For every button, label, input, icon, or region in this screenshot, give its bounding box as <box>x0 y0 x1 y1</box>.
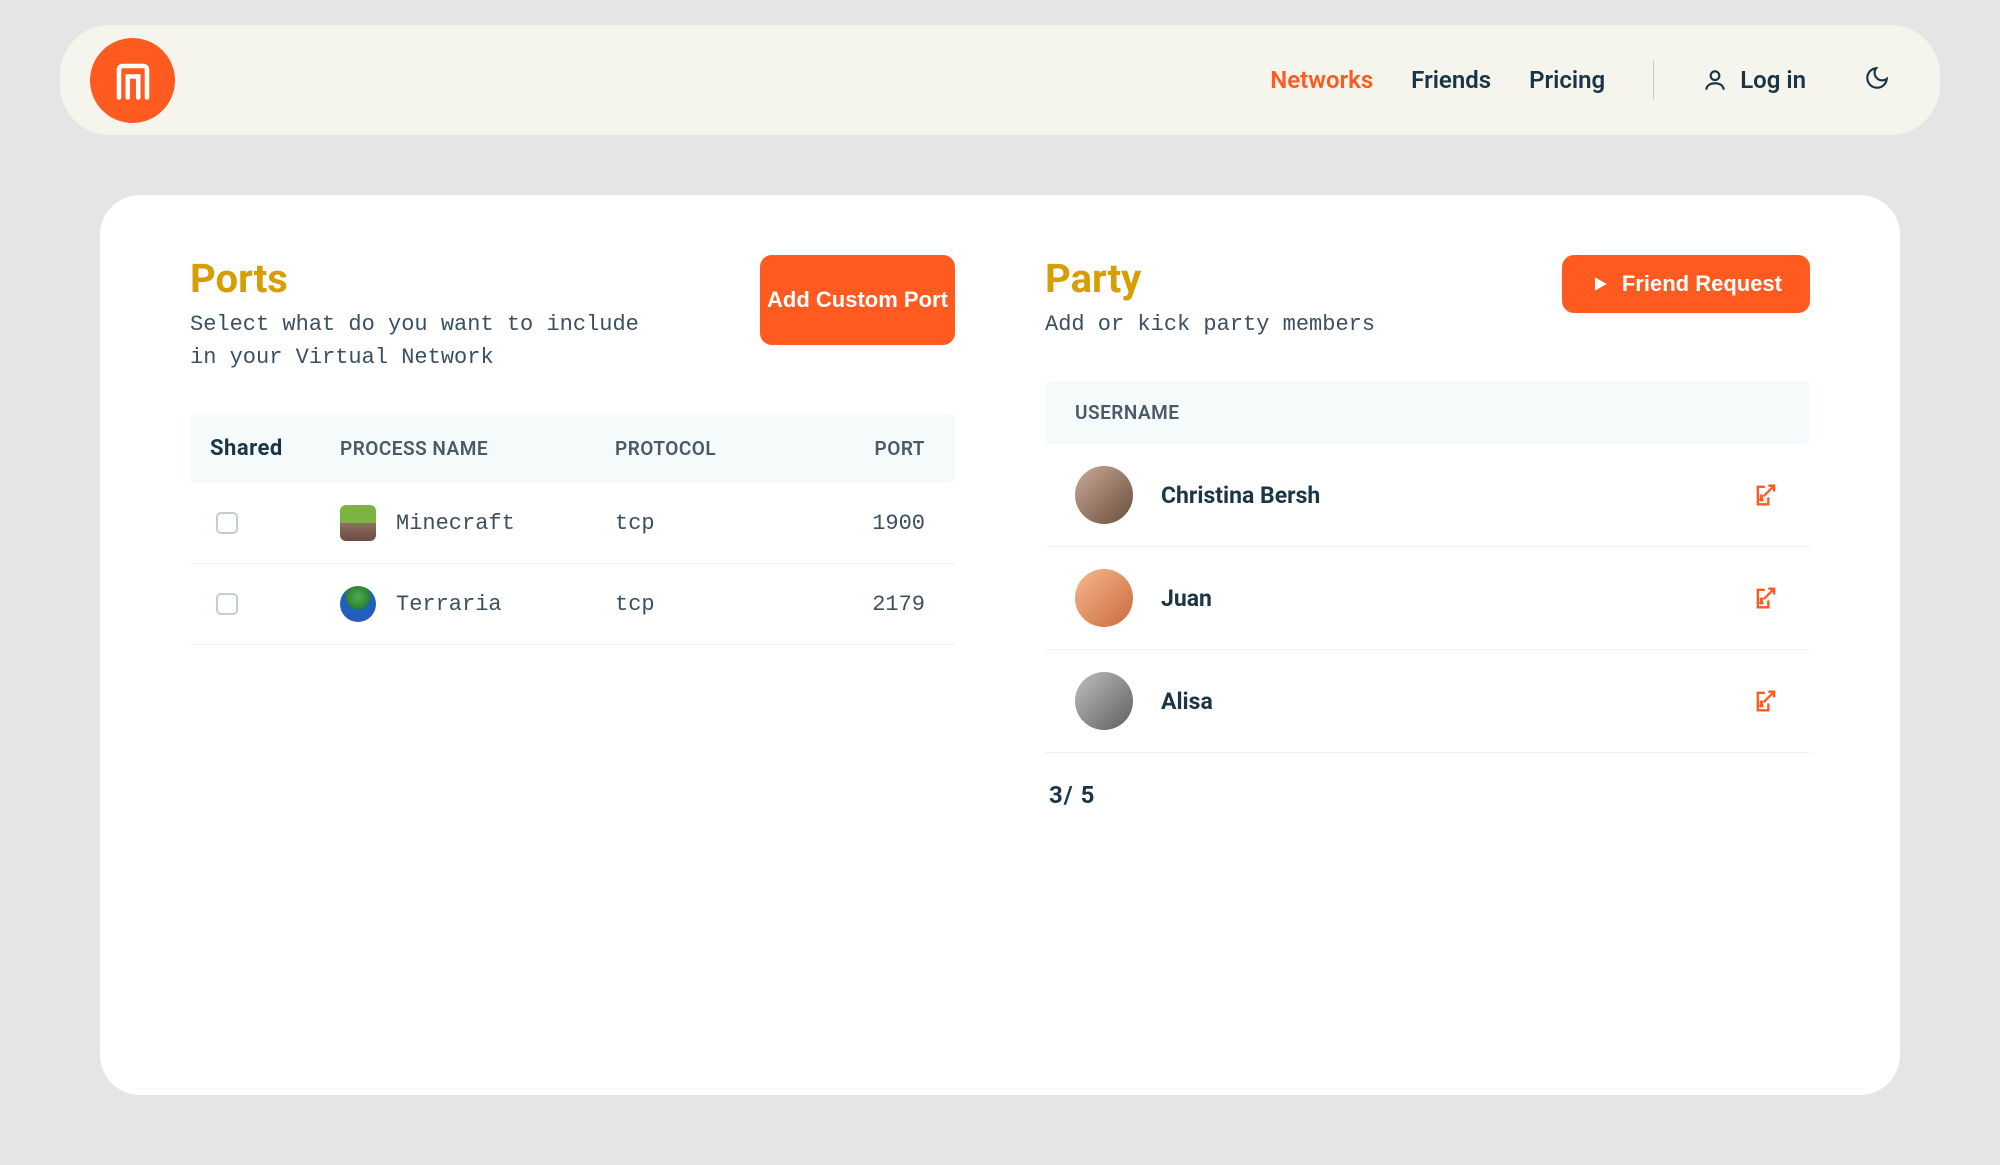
login-label: Log in <box>1740 66 1806 94</box>
nav-divider <box>1653 60 1654 100</box>
col-protocol: PROTOCOL <box>615 437 795 460</box>
ports-header: Ports Select what do you want to include… <box>190 255 955 374</box>
kick-button[interactable] <box>1752 584 1780 612</box>
nav-networks[interactable]: Networks <box>1270 66 1373 94</box>
friend-request-button[interactable]: Friend Request <box>1562 255 1810 313</box>
col-username: USERNAME <box>1075 401 1780 424</box>
shared-checkbox[interactable] <box>216 512 238 534</box>
member-name: Christina Bersh <box>1161 482 1320 509</box>
ports-panel: Ports Select what do you want to include… <box>190 255 955 1035</box>
main-nav: Networks Friends Pricing Log in <box>1270 60 1890 100</box>
add-custom-port-button[interactable]: Add Custom Port <box>760 255 955 345</box>
list-item: Christina Bersh <box>1045 444 1810 547</box>
theme-toggle[interactable] <box>1864 65 1890 95</box>
play-icon <box>1590 274 1610 294</box>
minecraft-icon <box>340 505 376 541</box>
top-header: Networks Friends Pricing Log in <box>60 25 1940 135</box>
list-item: Alisa <box>1045 650 1810 753</box>
kick-button[interactable] <box>1752 687 1780 715</box>
member-name: Alisa <box>1161 688 1213 715</box>
kick-icon <box>1752 687 1780 715</box>
kick-button[interactable] <box>1752 481 1780 509</box>
kick-icon <box>1752 481 1780 509</box>
user-icon <box>1702 67 1728 93</box>
avatar <box>1075 569 1133 627</box>
login-button[interactable]: Log in <box>1702 66 1806 94</box>
protocol-value: tcp <box>615 592 795 617</box>
table-row: Terraria tcp 2179 <box>190 564 955 645</box>
col-shared: Shared <box>210 436 340 461</box>
ports-table-head: Shared PROCESS NAME PROTOCOL PORT <box>190 414 955 483</box>
port-value: 1900 <box>795 511 935 536</box>
process-name: Terraria <box>396 592 502 617</box>
party-header: Party Add or kick party members Friend R… <box>1045 255 1810 341</box>
brand-logo[interactable] <box>90 38 175 123</box>
process-name: Minecraft <box>396 511 515 536</box>
main-card: Ports Select what do you want to include… <box>100 195 1900 1095</box>
list-item: Juan <box>1045 547 1810 650</box>
col-process: PROCESS NAME <box>340 437 615 460</box>
party-table-head: USERNAME <box>1045 381 1810 444</box>
party-subtitle: Add or kick party members <box>1045 308 1375 341</box>
friend-request-label: Friend Request <box>1622 271 1782 297</box>
party-title: Party <box>1045 255 1375 302</box>
ports-subtitle: Select what do you want to include in yo… <box>190 308 670 374</box>
col-port: PORT <box>795 437 935 460</box>
shared-checkbox[interactable] <box>216 593 238 615</box>
avatar <box>1075 672 1133 730</box>
kick-icon <box>1752 584 1780 612</box>
party-count: 3/ 5 <box>1049 781 1810 809</box>
member-name: Juan <box>1161 585 1212 612</box>
party-panel: Party Add or kick party members Friend R… <box>1045 255 1810 1035</box>
ports-table: Shared PROCESS NAME PROTOCOL PORT Minecr… <box>190 414 955 645</box>
port-value: 2179 <box>795 592 935 617</box>
avatar <box>1075 466 1133 524</box>
terraria-icon <box>340 586 376 622</box>
table-row: Minecraft tcp 1900 <box>190 483 955 564</box>
nav-pricing[interactable]: Pricing <box>1529 66 1605 94</box>
moon-icon <box>1864 65 1890 91</box>
protocol-value: tcp <box>615 511 795 536</box>
nav-friends[interactable]: Friends <box>1411 66 1491 94</box>
brand-logo-icon <box>112 59 154 101</box>
ports-title: Ports <box>190 255 670 302</box>
